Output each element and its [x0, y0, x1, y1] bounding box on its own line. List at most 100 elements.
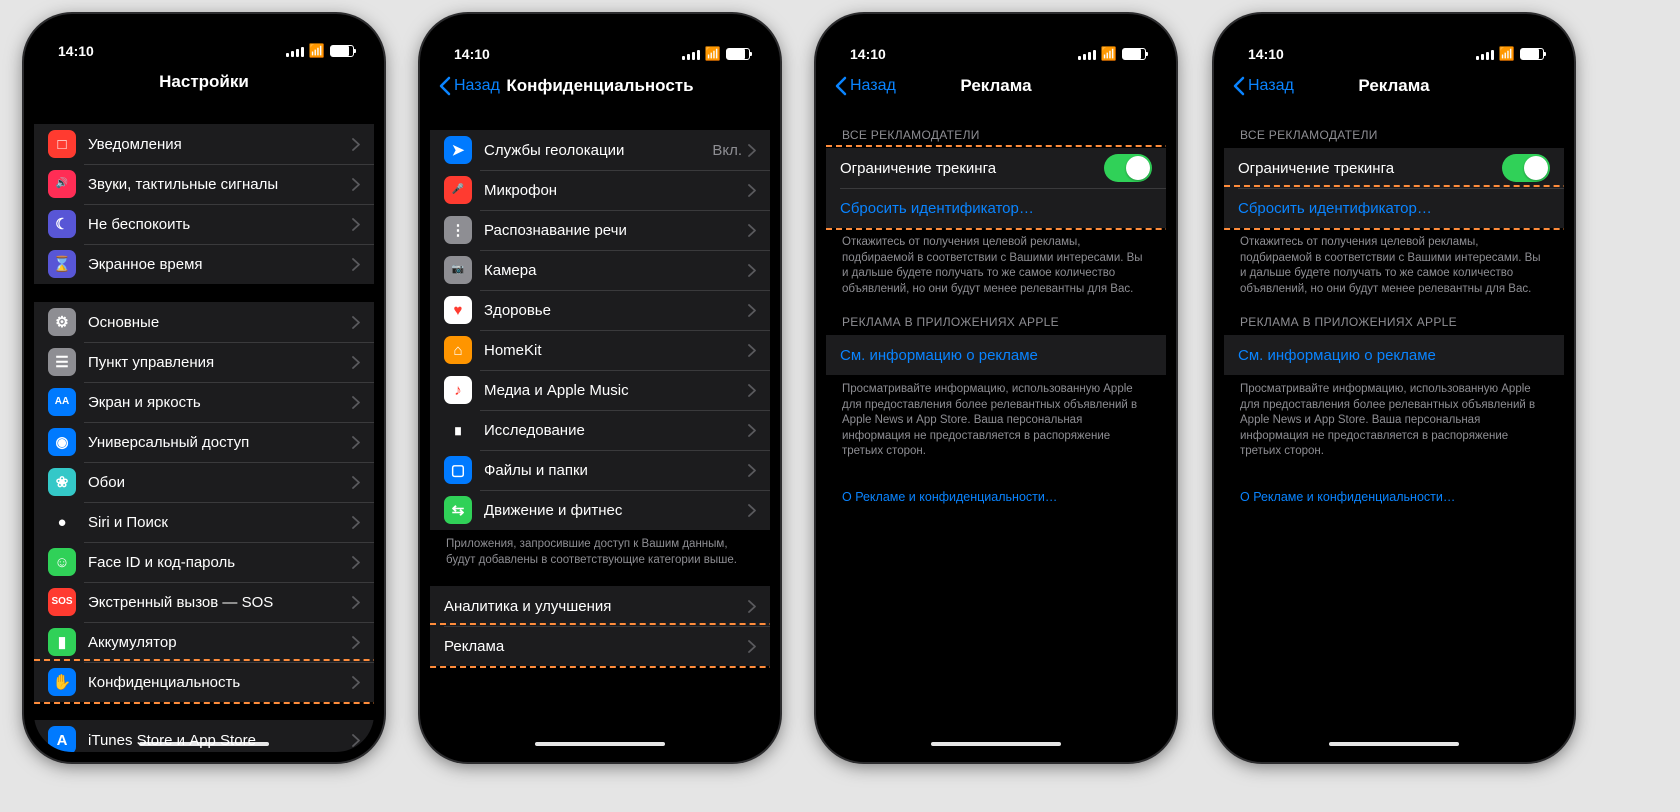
section-footer: Просматривайте информацию, использованну… [1224, 375, 1564, 460]
wallpaper-icon: ❀ [48, 468, 76, 496]
ad-info-row[interactable]: См. информацию о рекламе [1224, 335, 1564, 375]
chevron-icon [748, 504, 756, 517]
chevron-icon [352, 316, 360, 329]
toggle-switch[interactable] [1502, 154, 1550, 182]
row-label: Пункт управления [88, 354, 352, 371]
section-footer: Откажитесь от получения целевой рекламы,… [1224, 228, 1564, 297]
dnd-icon: ☾ [48, 210, 76, 238]
nav-bar: НазадКонфиденциальность [430, 64, 770, 108]
settings-row[interactable]: ▢Файлы и папки [430, 450, 770, 490]
row-label: Медиа и Apple Music [484, 382, 748, 399]
signal-icon [682, 48, 700, 60]
content[interactable]: ВСЕ РЕКЛАМОДАТЕЛИОграничение трекингаСбр… [826, 108, 1166, 752]
screentime-icon: ⌛ [48, 250, 76, 278]
section-header: ВСЕ РЕКЛАМОДАТЕЛИ [1224, 128, 1564, 148]
chevron-icon [352, 636, 360, 649]
about-ads-link[interactable]: О Рекламе и конфиденциальности… [1224, 478, 1564, 504]
settings-row[interactable]: ☺Face ID и код-пароль [34, 542, 374, 582]
row-label: Микрофон [484, 182, 748, 199]
settings-row[interactable]: ●Siri и Поиск [34, 502, 374, 542]
row-label: Распознавание речи [484, 222, 748, 239]
back-label: Назад [454, 77, 500, 95]
signal-icon [1078, 48, 1096, 60]
row-label: Службы геолокации [484, 142, 712, 159]
settings-row[interactable]: ⌂HomeKit [430, 330, 770, 370]
row-label: Сбросить идентификатор… [840, 200, 1152, 217]
chevron-icon [748, 264, 756, 277]
settings-row[interactable]: ∎Исследование [430, 410, 770, 450]
chevron-icon [748, 304, 756, 317]
general-icon: ⚙ [48, 308, 76, 336]
settings-row[interactable]: 🎤Микрофон [430, 170, 770, 210]
ad-info-row[interactable]: См. информацию о рекламе [826, 335, 1166, 375]
settings-row[interactable]: Аналитика и улучшения [430, 586, 770, 626]
content[interactable]: ВСЕ РЕКЛАМОДАТЕЛИОграничение трекингаСбр… [1224, 108, 1564, 752]
row-label: Не беспокоить [88, 216, 352, 233]
settings-row[interactable]: ✋ Конфиденциальность [34, 662, 374, 702]
content[interactable]: ➤Службы геолокацииВкл.🎤Микрофон⋮Распозна… [430, 108, 770, 752]
settings-row[interactable]: ◉Универсальный доступ [34, 422, 374, 462]
reset-identifier-row[interactable]: Сбросить идентификатор… [826, 188, 1166, 228]
chevron-icon [352, 178, 360, 191]
settings-row[interactable]: ⋮Распознавание речи [430, 210, 770, 250]
settings-row[interactable]: AAЭкран и яркость [34, 382, 374, 422]
settings-row[interactable]: ➤Службы геолокацииВкл. [430, 130, 770, 170]
settings-row[interactable]: ⚙Основные [34, 302, 374, 342]
chevron-icon [748, 424, 756, 437]
wifi-icon: 📶 [1499, 46, 1515, 62]
settings-row[interactable]: ❀Обои [34, 462, 374, 502]
notifications-icon: □ [48, 130, 76, 158]
chevron-icon [748, 464, 756, 477]
back-label: Назад [1248, 77, 1294, 95]
limit-tracking-row[interactable]: Ограничение трекинга [826, 148, 1166, 188]
privacy-icon: ✋ [48, 668, 76, 696]
back-button[interactable]: Назад [834, 64, 896, 108]
nav-bar: Настройки [34, 61, 374, 102]
back-button[interactable]: Назад [1232, 64, 1294, 108]
page-title: Реклама [1358, 76, 1429, 96]
settings-row[interactable]: ♪Медиа и Apple Music [430, 370, 770, 410]
settings-row[interactable]: ☰Пункт управления [34, 342, 374, 382]
row-label: Исследование [484, 422, 748, 439]
status-indicators: 📶 [286, 43, 354, 59]
settings-row[interactable]: ♥Здоровье [430, 290, 770, 330]
section-footer: Просматривайте информацию, использованну… [826, 375, 1166, 460]
back-label: Назад [850, 77, 896, 95]
section-header: РЕКЛАМА В ПРИЛОЖЕНИЯХ APPLE [826, 315, 1166, 335]
settings-row[interactable]: Реклама [430, 626, 770, 666]
limit-tracking-row[interactable]: Ограничение трекинга [1224, 148, 1564, 188]
content[interactable]: □Уведомления🔊Звуки, тактильные сигналы ☾ Н… [34, 102, 374, 752]
settings-row[interactable]: 🔊Звуки, тактильные сигналы [34, 164, 374, 204]
sounds-icon: 🔊 [48, 170, 76, 198]
settings-row[interactable]: ⇆Движение и фитнес [430, 490, 770, 530]
settings-row[interactable]: ▮Аккумулятор [34, 622, 374, 662]
settings-row[interactable]: SOSЭкстренный вызов — SOS [34, 582, 374, 622]
about-ads-link[interactable]: О Рекламе и конфиденциальности… [826, 478, 1166, 504]
toggle-switch[interactable] [1104, 154, 1152, 182]
section-footer: Приложения, запросившие доступ к Вашим д… [430, 530, 770, 568]
camera-icon: 📷 [444, 256, 472, 284]
settings-row[interactable]: AiTunes Store и App Store [34, 720, 374, 752]
back-button[interactable]: Назад [438, 64, 500, 108]
home-indicator [931, 742, 1061, 747]
settings-row[interactable]: ☾ Не беспокоить [34, 204, 374, 244]
chevron-icon [352, 516, 360, 529]
row-label: См. информацию о рекламе [1238, 347, 1550, 364]
row-label: HomeKit [484, 342, 748, 359]
row-label: Конфиденциальность [88, 674, 352, 691]
chevron-icon [352, 218, 360, 231]
status-time: 14:10 [850, 46, 886, 62]
row-label: Камера [484, 262, 748, 279]
row-label: Экранное время [88, 256, 352, 273]
row-label: Аккумулятор [88, 634, 352, 651]
settings-row[interactable]: 📷 Камера [430, 250, 770, 290]
settings-row[interactable]: □Уведомления [34, 124, 374, 164]
settings-row[interactable]: ⌛ Экранное время [34, 244, 374, 284]
battery-icon [330, 45, 354, 57]
faceid-icon: ☺ [48, 548, 76, 576]
wifi-icon: 📶 [309, 43, 325, 59]
sos-icon: SOS [48, 588, 76, 616]
reset-identifier-row[interactable]: Сбросить идентификатор… [1224, 188, 1564, 228]
chevron-icon [352, 596, 360, 609]
status-indicators: 📶 [682, 46, 750, 62]
